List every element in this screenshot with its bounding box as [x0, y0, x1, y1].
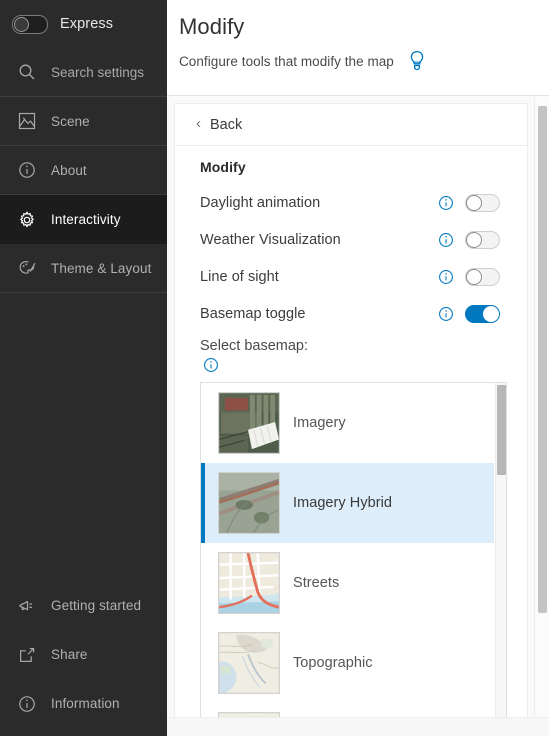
toggle-knob: [466, 194, 482, 211]
setting-toggle[interactable]: [465, 304, 500, 323]
basemap-item-topographic[interactable]: Topographic: [201, 623, 494, 703]
info-circle-icon: [17, 160, 37, 180]
info-circle-icon[interactable]: [438, 269, 454, 285]
page-subtitle: Configure tools that modify the map: [179, 53, 394, 69]
setting-toggle[interactable]: [465, 230, 500, 249]
basemap-item-imagery-hybrid[interactable]: Imagery Hybrid: [201, 463, 494, 543]
footer-strip: [167, 717, 549, 736]
sidebar-item-interactivity[interactable]: Interactivity: [0, 195, 167, 244]
scene-icon: [17, 111, 37, 131]
basemap-name: Imagery Hybrid: [293, 495, 393, 511]
gear-icon: [17, 210, 37, 230]
sidebar-item-label: Scene: [51, 113, 90, 129]
chevron-left-icon: ‹: [196, 115, 201, 132]
sidebar-bottom-nav: Getting started Share Information: [0, 581, 167, 728]
share-icon: [17, 645, 37, 665]
select-basemap-section: Select basemap:: [175, 332, 527, 373]
sidebar-item-getting-started[interactable]: Getting started: [0, 581, 167, 630]
basemap-name: Imagery: [293, 415, 346, 431]
back-label: Back: [210, 116, 243, 133]
sidebar-item-label: Theme & Layout: [51, 260, 152, 276]
basemap-list-scrollbar[interactable]: [495, 383, 506, 736]
sidebar-item-label: Information: [51, 696, 120, 711]
sidebar-item-label: Getting started: [51, 598, 142, 613]
setting-label: Basemap toggle: [200, 305, 306, 322]
megaphone-icon: [17, 596, 37, 616]
setting-label: Weather Visualization: [200, 231, 341, 248]
info-circle-icon: [17, 694, 37, 714]
select-basemap-label: Select basemap:: [200, 338, 309, 354]
page-title: Modify: [179, 14, 245, 39]
info-circle-icon[interactable]: [203, 357, 219, 373]
toggle-knob: [466, 268, 482, 285]
card-body: Modify Daylight animation Weather Visual…: [175, 146, 527, 736]
basemap-list: Imagery Imagery Hybrid Streets Topograph…: [200, 382, 507, 736]
express-toggle-knob: [14, 16, 29, 32]
app-root: Express Search settings Scene About Inte…: [0, 0, 549, 736]
streets-thumb: [218, 552, 280, 614]
sidebar-item-about[interactable]: About: [0, 146, 167, 195]
basemap-name: Streets: [293, 575, 340, 591]
toggle-knob: [466, 231, 482, 248]
setting-label: Daylight animation: [200, 194, 321, 211]
express-toggle[interactable]: [12, 14, 48, 34]
main-panel: Modify Configure tools that modify the m…: [167, 0, 549, 736]
search-settings-label: Search settings: [51, 64, 145, 80]
sidebar-item-scene[interactable]: Scene: [0, 97, 167, 146]
scrollbar-thumb[interactable]: [497, 385, 506, 475]
sidebar-item-label: Interactivity: [51, 212, 121, 227]
imagery-hybrid-thumb: [218, 472, 280, 534]
sidebar-item-information[interactable]: Information: [0, 679, 167, 728]
basemap-list-items: Imagery Imagery Hybrid Streets Topograph…: [201, 383, 506, 736]
section-title: Modify: [200, 159, 246, 175]
back-button[interactable]: ‹ Back: [175, 104, 527, 146]
lightbulb-icon[interactable]: [406, 49, 428, 73]
express-label: Express: [60, 16, 114, 32]
info-circle-icon[interactable]: [438, 195, 454, 211]
sidebar-item-label: Share: [51, 647, 88, 662]
setting-row-line-of-sight: Line of sight: [175, 258, 527, 295]
info-circle-icon[interactable]: [438, 232, 454, 248]
setting-toggle[interactable]: [465, 267, 500, 286]
palette-icon: [17, 258, 37, 278]
panel-scrollbar[interactable]: [534, 97, 549, 736]
setting-row-basemap-toggle: Basemap toggle: [175, 295, 527, 332]
sidebar-nav: Scene About Interactivity Theme & Layout: [0, 97, 167, 293]
scrollbar-thumb[interactable]: [538, 106, 547, 613]
page-subtitle-row: Configure tools that modify the map: [179, 49, 549, 73]
basemap-name: Topographic: [293, 655, 373, 671]
toggle-knob: [483, 305, 499, 322]
settings-card: ‹ Back Modify Daylight animation Weather…: [174, 103, 528, 736]
sidebar-item-theme-layout[interactable]: Theme & Layout: [0, 244, 167, 293]
info-circle-icon[interactable]: [438, 306, 454, 322]
sidebar-item-search-settings[interactable]: Search settings: [0, 48, 167, 97]
setting-toggle[interactable]: [465, 193, 500, 212]
sidebar-item-share[interactable]: Share: [0, 630, 167, 679]
panel-header: Modify Configure tools that modify the m…: [167, 0, 549, 96]
basemap-item-imagery[interactable]: Imagery: [201, 383, 494, 463]
search-icon: [17, 62, 37, 82]
basemap-item-streets[interactable]: Streets: [201, 543, 494, 623]
imagery-thumb: [218, 392, 280, 454]
setting-label: Line of sight: [200, 268, 279, 285]
setting-row-weather-visualization: Weather Visualization: [175, 221, 527, 258]
setting-row-daylight-animation: Daylight animation: [175, 184, 527, 221]
sidebar: Express Search settings Scene About Inte…: [0, 0, 167, 736]
express-toggle-row[interactable]: Express: [0, 0, 167, 48]
sidebar-item-label: About: [51, 162, 87, 178]
topographic-thumb: [218, 632, 280, 694]
